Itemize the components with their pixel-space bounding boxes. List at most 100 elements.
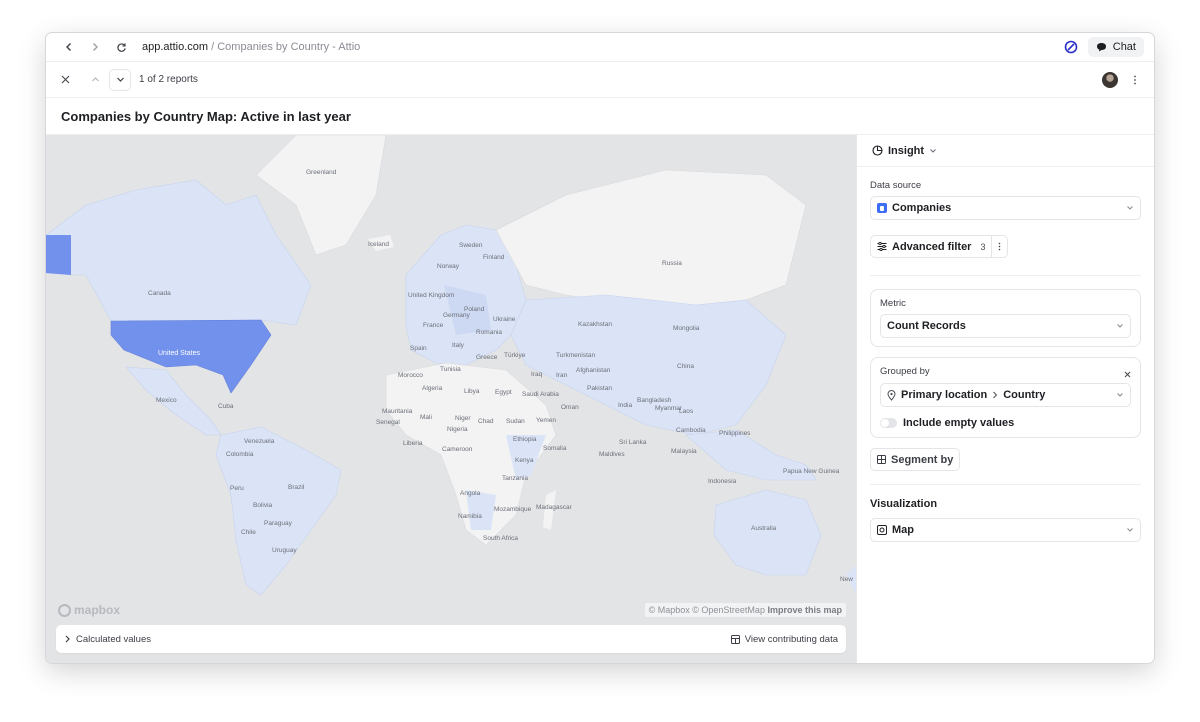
visualization-select[interactable]: Map	[870, 518, 1141, 542]
url-domain: app.attio.com	[142, 41, 209, 53]
grouped-by-field: Primary location	[901, 389, 988, 401]
visualization-label: Visualization	[870, 498, 938, 510]
reload-icon[interactable]	[108, 36, 134, 58]
grouped-by-subfield: Country	[1003, 389, 1046, 401]
advanced-filter-label: Advanced filter	[892, 240, 972, 253]
view-contributing-data-label: View contributing data	[744, 633, 838, 645]
segment-by-button[interactable]: Segment by	[870, 448, 961, 471]
close-icon[interactable]	[54, 69, 76, 91]
advanced-filter-row: Advanced filter 3	[870, 235, 1141, 258]
view-contributing-data-button[interactable]: View contributing data	[730, 633, 838, 645]
map-label: Philippines	[719, 430, 751, 437]
segment-by-label: Segment by	[891, 453, 954, 466]
visualization-value: Map	[892, 524, 914, 536]
grouped-by-header: Grouped by	[880, 366, 1131, 383]
advanced-filter-button[interactable]: Advanced filter 3	[870, 235, 993, 258]
map-label: Somalia	[543, 445, 567, 452]
attribution-text[interactable]: © Mapbox © OpenStreetMap	[649, 605, 765, 615]
map-label: Madagascar	[536, 504, 572, 511]
map-label: Mozambique	[494, 506, 532, 513]
mapbox-logo-text: mapbox	[74, 603, 121, 617]
app-window: app.attio.com / Companies by Country - A…	[46, 33, 1154, 663]
map-label: Namibia	[458, 513, 482, 520]
address-bar[interactable]: app.attio.com / Companies by Country - A…	[142, 41, 360, 53]
map-label: New	[840, 576, 854, 583]
browser-toolbar: app.attio.com / Companies by Country - A…	[46, 33, 1154, 62]
previous-report-icon[interactable]	[84, 69, 106, 91]
map-label: Niger	[455, 415, 471, 422]
url-page-title: Companies by Country - Attio	[217, 41, 361, 53]
include-empty-toggle[interactable]	[880, 418, 897, 428]
map-label: Mexico	[156, 397, 177, 404]
map-label: Greenland	[306, 169, 337, 176]
map-label: Finland	[483, 254, 505, 261]
chat-label: Chat	[1112, 41, 1136, 53]
map-label: Türkiye	[504, 352, 526, 359]
page-title: Companies by Country Map: Active in last…	[61, 108, 351, 124]
report-navbar: 1 of 2 reports	[46, 62, 1154, 98]
report-counter: 1 of 2 reports	[139, 74, 198, 85]
metric-select[interactable]: Count Records	[880, 314, 1131, 338]
data-source-value: Companies	[892, 202, 952, 214]
map-label: Pakistan	[587, 385, 612, 392]
map-label: Bolivia	[253, 502, 273, 509]
map-label: Germany	[443, 312, 470, 319]
map-label: Algeria	[422, 385, 443, 392]
map-label: Kenya	[515, 457, 534, 464]
data-source-label: Data source	[870, 180, 922, 191]
remove-grouping-icon[interactable]	[1124, 371, 1131, 378]
insight-label: Insight	[888, 144, 925, 157]
chevron-down-icon	[930, 148, 936, 153]
chat-button[interactable]: Chat	[1087, 37, 1144, 57]
include-empty-label: Include empty values	[903, 417, 1015, 429]
map-label: Yemen	[536, 417, 556, 424]
grouped-by-label: Grouped by	[880, 366, 930, 377]
grouped-by-select[interactable]: Primary location Country	[880, 383, 1131, 407]
map-label: China	[677, 363, 694, 370]
chevron-right-icon	[65, 635, 70, 643]
filter-more-button[interactable]	[992, 235, 1009, 258]
map-label: Ukraine	[493, 316, 516, 323]
map-label: Colombia	[226, 451, 254, 458]
insight-dropdown[interactable]: Insight	[857, 135, 1154, 167]
mapbox-logo[interactable]: mapbox	[58, 603, 120, 617]
map-label: Canada	[148, 290, 171, 297]
next-report-icon[interactable]	[109, 68, 131, 91]
map-label: Senegal	[376, 419, 400, 426]
companies-icon	[877, 203, 887, 213]
map-label: Venezuela	[244, 438, 275, 445]
include-empty-row: Include empty values	[880, 417, 1131, 429]
assistant-icon[interactable]	[1060, 36, 1082, 58]
more-options-icon[interactable]	[1124, 69, 1146, 91]
map-label: Malaysia	[671, 448, 697, 455]
map-label: France	[423, 322, 444, 329]
forward-icon[interactable]	[82, 36, 108, 58]
map-view[interactable]: Greenland Iceland Sweden Finland Norway …	[46, 135, 857, 663]
map-label: Uruguay	[272, 547, 297, 554]
map-label: Mongolia	[673, 325, 700, 332]
insight-icon	[872, 145, 883, 156]
avatar[interactable]	[1102, 71, 1118, 88]
map-label: Bangladesh	[637, 397, 672, 404]
map-label: Tunisia	[440, 366, 461, 373]
back-icon[interactable]	[56, 36, 82, 58]
map-label: Nigeria	[447, 426, 468, 433]
grid-icon	[877, 455, 886, 464]
map-label: Kazakhstan	[578, 321, 612, 328]
improve-map-link[interactable]: Improve this map	[767, 605, 842, 615]
chevron-down-icon	[1127, 206, 1133, 210]
calculated-values-toggle[interactable]: Calculated values	[64, 634, 151, 645]
map-label: Iran	[556, 372, 568, 379]
data-source-select[interactable]: Companies	[870, 196, 1141, 220]
map-label: Greece	[476, 354, 498, 361]
map-label: Norway	[437, 263, 460, 270]
map-label: United States	[158, 350, 201, 357]
map-label: Maldives	[599, 451, 625, 458]
map-label: Saudi Arabia	[522, 391, 559, 398]
metric-card: Metric Count Records	[870, 289, 1141, 347]
divider	[870, 484, 1141, 485]
map-label: Libya	[464, 388, 480, 395]
map-label: Iceland	[368, 241, 389, 248]
map-label: Chad	[478, 418, 494, 425]
grouped-by-card: Grouped by Primary location Country Incl…	[870, 357, 1141, 438]
